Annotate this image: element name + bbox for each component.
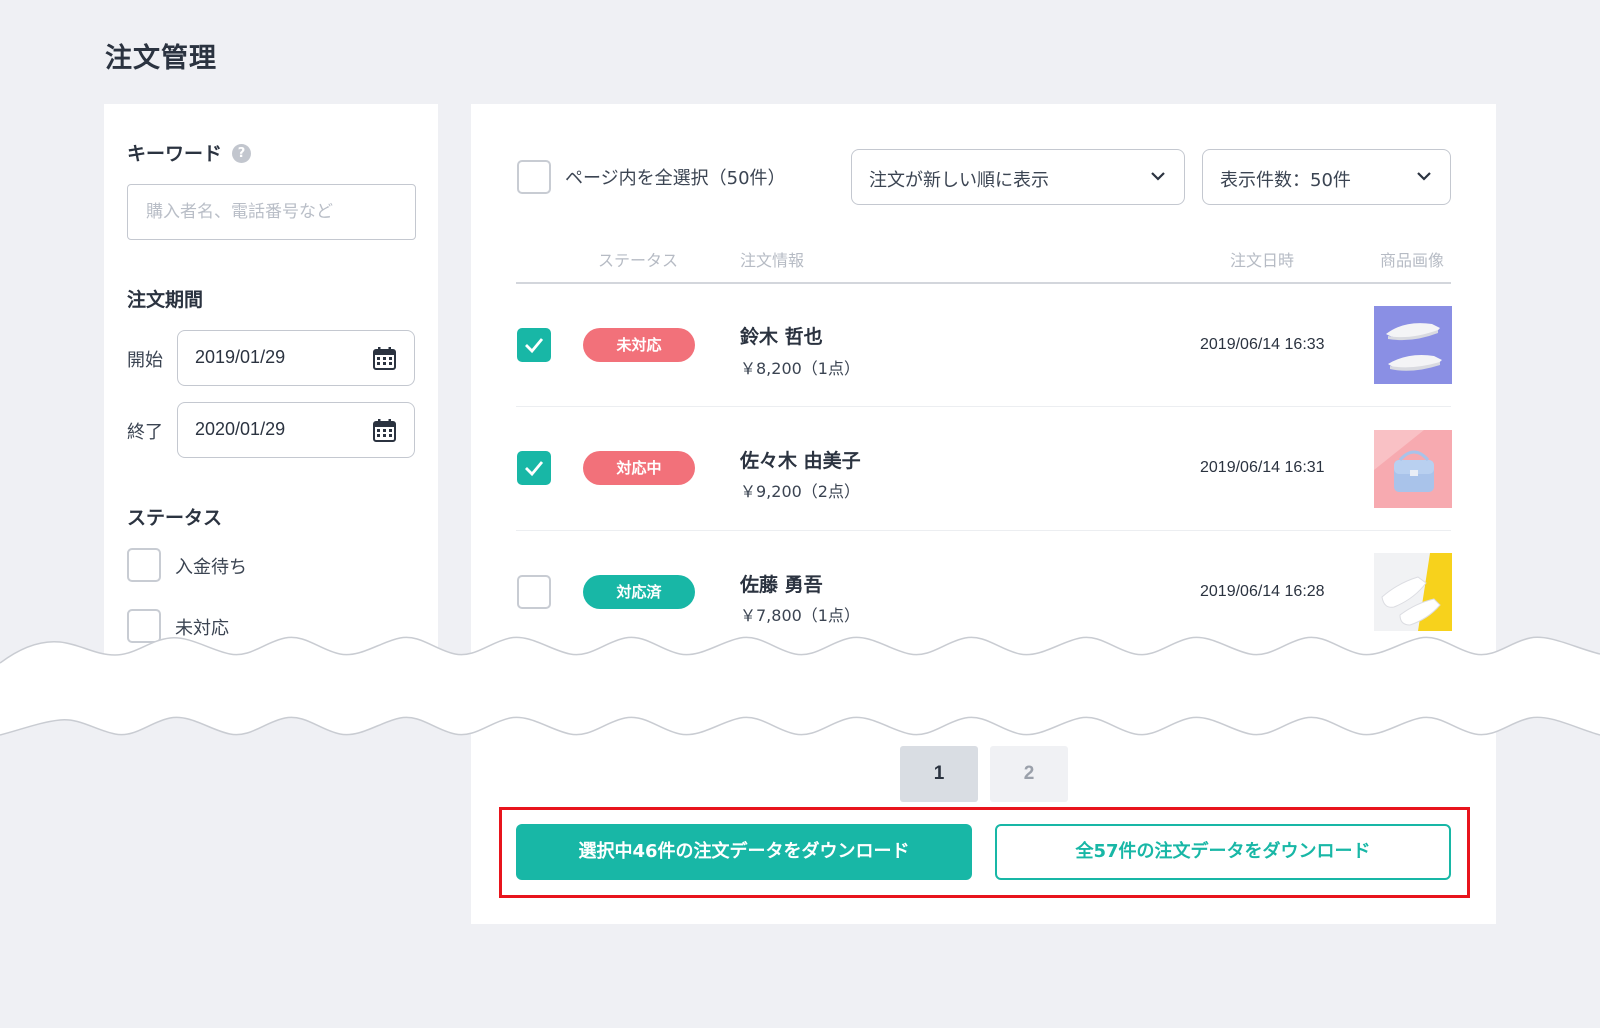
sort-dropdown-value: 注文が新しい順に表示 bbox=[869, 170, 1049, 191]
row-checkbox[interactable] bbox=[517, 575, 551, 609]
calendar-icon[interactable] bbox=[373, 347, 396, 370]
per-page-dropdown[interactable]: 表示件数：50件 bbox=[1202, 149, 1451, 205]
download-all-button[interactable]: 全57件の注文データをダウンロード bbox=[995, 824, 1451, 880]
pagination-page-2[interactable]: 2 bbox=[990, 746, 1068, 802]
select-all-checkbox[interactable] bbox=[517, 160, 551, 194]
order-price: ￥8,200（1点） bbox=[740, 359, 860, 378]
status-badge: 対応済 bbox=[583, 575, 695, 609]
order-period-label: 注文期間 bbox=[127, 289, 204, 311]
customer-name[interactable]: 鈴木 哲也 bbox=[740, 322, 823, 349]
keyword-search-input[interactable] bbox=[127, 184, 416, 240]
select-all-label: ページ内を全選択（50件） bbox=[565, 168, 786, 189]
start-date-value: 2019/01/29 bbox=[195, 347, 286, 367]
page-title: 注文管理 bbox=[105, 43, 217, 74]
status-badge: 未対応 bbox=[583, 328, 695, 362]
orders-panel bbox=[471, 104, 1496, 924]
order-date: 2019/06/14 16:31 bbox=[1200, 459, 1325, 476]
row-divider bbox=[516, 530, 1451, 531]
calendar-icon[interactable] bbox=[373, 419, 396, 442]
table-header-divider bbox=[516, 282, 1451, 284]
column-header-date: 注文日時 bbox=[1230, 251, 1295, 270]
per-page-dropdown-value: 表示件数：50件 bbox=[1220, 170, 1351, 191]
end-date-value: 2020/01/29 bbox=[195, 419, 286, 439]
order-date: 2019/06/14 16:33 bbox=[1200, 336, 1325, 353]
customer-name[interactable]: 佐藤 勇吾 bbox=[740, 570, 823, 597]
product-image-bag[interactable] bbox=[1374, 430, 1452, 508]
sort-dropdown[interactable]: 注文が新しい順に表示 bbox=[851, 149, 1185, 205]
chevron-down-icon bbox=[1417, 172, 1431, 181]
start-date-field[interactable]: 2019/01/29 bbox=[177, 330, 415, 386]
status-filter-label: ステータス bbox=[127, 507, 223, 529]
end-date-label: 終了 bbox=[127, 422, 163, 443]
chevron-down-icon bbox=[1151, 172, 1165, 181]
column-header-info: 注文情報 bbox=[740, 251, 805, 270]
row-checkbox[interactable] bbox=[517, 451, 551, 485]
wave-cut-separator bbox=[0, 636, 1600, 736]
status-filter-checkbox[interactable] bbox=[127, 548, 161, 582]
order-date: 2019/06/14 16:28 bbox=[1200, 583, 1325, 600]
pagination-page-1[interactable]: 1 bbox=[900, 746, 978, 802]
help-icon[interactable]: ? bbox=[232, 144, 251, 163]
row-divider bbox=[516, 406, 1451, 407]
end-date-field[interactable]: 2020/01/29 bbox=[177, 402, 415, 458]
row-checkbox[interactable] bbox=[517, 328, 551, 362]
product-image-sneakers[interactable] bbox=[1374, 306, 1452, 384]
start-date-label: 開始 bbox=[127, 350, 163, 371]
order-price: ￥9,200（2点） bbox=[740, 482, 860, 501]
download-selected-button[interactable]: 選択中46件の注文データをダウンロード bbox=[516, 824, 972, 880]
status-badge: 対応中 bbox=[583, 451, 695, 485]
column-header-status: ステータス bbox=[598, 251, 679, 270]
customer-name[interactable]: 佐々木 由美子 bbox=[740, 446, 861, 473]
status-filter-option-label: 入金待ち bbox=[175, 557, 247, 578]
keyword-label: キーワード bbox=[127, 143, 223, 165]
column-header-image: 商品画像 bbox=[1380, 251, 1445, 270]
